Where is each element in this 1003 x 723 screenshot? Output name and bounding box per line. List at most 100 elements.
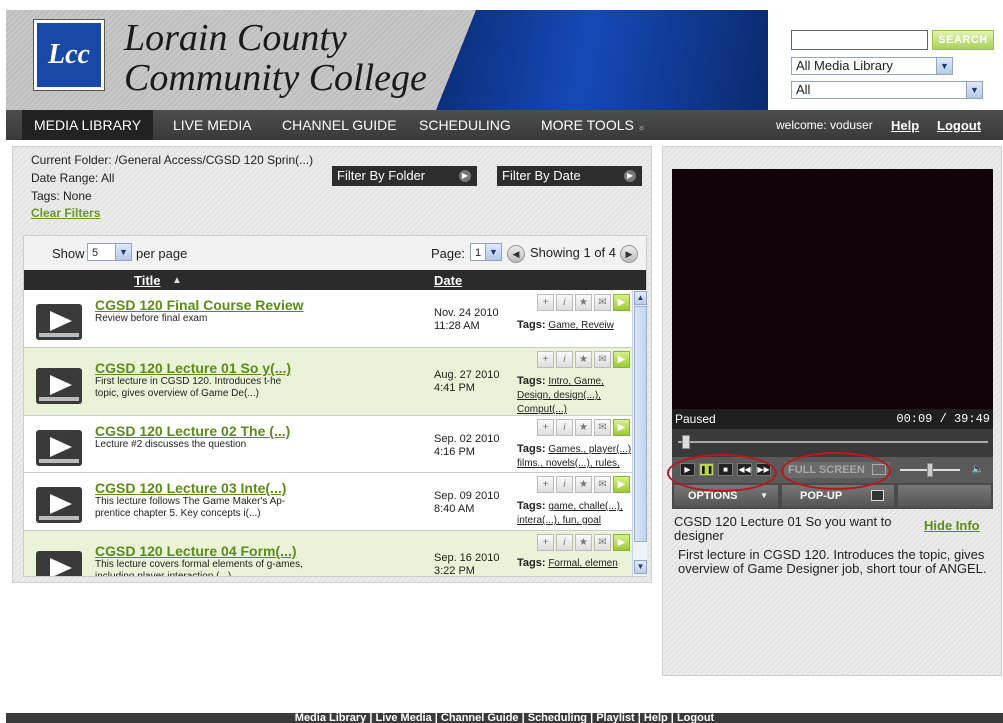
video-thumbnail[interactable]	[36, 368, 82, 404]
tags-label: Tags:	[517, 500, 546, 512]
search-input[interactable]	[791, 30, 928, 50]
media-date-day: Sep. 09 2010	[434, 490, 500, 502]
list-scrollbar[interactable]: ▲ ▼	[632, 290, 647, 576]
play-icon[interactable]: ▶	[613, 294, 630, 311]
info-icon[interactable]: i	[556, 419, 573, 436]
star-icon[interactable]: ★	[575, 419, 592, 436]
hide-info-link[interactable]: Hide Info	[924, 518, 980, 533]
category-select[interactable]: All ▼	[791, 81, 983, 99]
media-date-day: Sep. 02 2010	[434, 433, 500, 445]
star-icon[interactable]: ★	[575, 294, 592, 311]
video-thumbnail[interactable]	[36, 551, 82, 576]
media-tags: Tags: Intro, Game, Design, design(...), …	[517, 374, 632, 417]
video-description: First lecture in CGSD 120. Introduces th…	[678, 547, 987, 576]
scroll-down-icon[interactable]: ▼	[634, 560, 647, 574]
add-icon[interactable]: +	[537, 419, 554, 436]
media-title-link[interactable]: CGSD 120 Lecture 03 Inte(...)	[95, 480, 286, 496]
star-icon[interactable]: ★	[575, 476, 592, 493]
nav-media-library[interactable]: MEDIA LIBRARY	[22, 110, 154, 140]
media-title-link[interactable]: CGSD 120 Lecture 04 Form(...)	[95, 543, 297, 559]
info-icon[interactable]: i	[556, 294, 573, 311]
star-icon[interactable]: ★	[575, 351, 592, 368]
next-page-button[interactable]: ▶	[620, 245, 638, 263]
email-icon[interactable]: ✉	[594, 534, 611, 551]
media-title-link[interactable]: CGSD 120 Lecture 01 So y(...)	[95, 360, 291, 376]
email-icon[interactable]: ✉	[594, 351, 611, 368]
nav-live-media[interactable]: LIVE MEDIA	[161, 110, 264, 140]
star-icon[interactable]: ★	[575, 534, 592, 551]
video-status-bar: Paused 00:09 / 39:49	[672, 409, 993, 429]
add-icon[interactable]: +	[537, 351, 554, 368]
info-icon[interactable]: i	[556, 351, 573, 368]
volume-handle[interactable]	[927, 463, 933, 477]
video-thumbnail[interactable]	[36, 304, 82, 340]
media-rows: CGSD 120 Final Course Review Review befo…	[24, 290, 632, 576]
email-icon[interactable]: ✉	[594, 419, 611, 436]
table-row[interactable]: CGSD 120 Final Course Review Review befo…	[24, 290, 632, 348]
date-range-text: Date Range: All	[31, 171, 115, 185]
video-thumbnail[interactable]	[36, 430, 82, 466]
info-icon[interactable]: i	[556, 534, 573, 551]
media-tags: Tags: game, challe(...), intera(...), fu…	[517, 499, 632, 528]
video-screen[interactable]	[672, 169, 993, 409]
info-icon[interactable]: i	[556, 476, 573, 493]
clear-filters-link[interactable]: Clear Filters	[31, 206, 100, 220]
table-row[interactable]: CGSD 120 Lecture 02 The (...) Lecture #2…	[24, 416, 632, 473]
play-icon[interactable]: ▶	[613, 534, 630, 551]
table-row[interactable]: CGSD 120 Lecture 01 So y(...) First lect…	[24, 348, 632, 416]
sort-asc-icon: ▲	[172, 275, 182, 286]
email-icon[interactable]: ✉	[594, 476, 611, 493]
media-date-time: 8:40 AM	[434, 503, 475, 515]
page-select[interactable]: 1 ▼	[470, 243, 502, 261]
help-link[interactable]: Help	[891, 110, 919, 140]
playback-time: 00:09 / 39:49	[896, 412, 990, 426]
nav-more-tools-label: MORE TOOLS	[541, 117, 634, 133]
library-select[interactable]: All Media Library ▼	[791, 57, 953, 75]
media-date-time: 4:41 PM	[434, 382, 475, 394]
media-date: Sep. 16 2010 3:22 PM	[434, 552, 499, 576]
nav-more-tools[interactable]: MORE TOOLS »	[529, 110, 655, 140]
search-button[interactable]: SEARCH	[932, 30, 994, 50]
college-name: Lorain County Community College	[124, 18, 427, 98]
play-icon[interactable]: ▶	[613, 476, 630, 493]
filter-by-date-button[interactable]: Filter By Date ▶	[497, 166, 642, 186]
table-row[interactable]: CGSD 120 Lecture 03 Inte(...) This lectu…	[24, 473, 632, 531]
add-icon[interactable]: +	[537, 294, 554, 311]
filter-by-folder-label: Filter By Folder	[337, 168, 426, 183]
table-row[interactable]: CGSD 120 Lecture 04 Form(...) This lectu…	[24, 531, 632, 576]
seek-handle[interactable]	[682, 435, 690, 449]
volume-icon[interactable]: 🔈	[969, 462, 987, 478]
add-icon[interactable]: +	[537, 476, 554, 493]
play-icon[interactable]: ▶	[613, 351, 630, 368]
date-column-header[interactable]: Date	[434, 273, 462, 288]
media-title-link[interactable]: CGSD 120 Lecture 02 The (...)	[95, 423, 290, 439]
email-icon[interactable]: ✉	[594, 294, 611, 311]
nav-channel-guide[interactable]: CHANNEL GUIDE	[270, 110, 409, 140]
scroll-up-icon[interactable]: ▲	[634, 291, 647, 305]
media-tags-value[interactable]: Formal, elemen	[548, 558, 617, 569]
media-tags-value[interactable]: Game, Reveiw	[548, 320, 614, 331]
video-thumbnail[interactable]	[36, 487, 82, 523]
add-icon[interactable]: +	[537, 534, 554, 551]
nav-scheduling[interactable]: SCHEDULING	[407, 110, 523, 140]
play-icon[interactable]: ▶	[613, 419, 630, 436]
footer-links[interactable]: Media Library | Live Media | Channel Gui…	[295, 713, 714, 723]
chevron-down-icon: ▼	[485, 244, 501, 260]
media-description: Lecture #2 discusses the question	[95, 439, 247, 450]
media-date: Aug. 27 2010 4:41 PM	[434, 369, 499, 395]
scrollbar-thumb[interactable]	[634, 306, 647, 542]
media-description: This lecture covers formal elements of g…	[95, 559, 303, 576]
options-label: OPTIONS	[688, 490, 738, 502]
seek-track[interactable]	[678, 441, 988, 443]
media-title-link[interactable]: CGSD 120 Final Course Review	[95, 297, 304, 313]
filter-by-folder-button[interactable]: Filter By Folder ▶	[332, 166, 477, 186]
prev-page-button[interactable]: ◀	[507, 245, 525, 263]
tags-label: Tags:	[517, 319, 546, 331]
college-logo[interactable]: Lcc	[33, 19, 105, 91]
title-column-header[interactable]: Title	[134, 273, 161, 288]
logout-link[interactable]: Logout	[937, 110, 981, 140]
media-tags: Tags: Game, Reveiw	[517, 318, 632, 333]
header-brand-area: Lcc Lorain County Community College	[6, 10, 486, 110]
college-name-line1: Lorain County	[124, 17, 347, 59]
per-page-select[interactable]: 5 ▼	[87, 243, 132, 261]
